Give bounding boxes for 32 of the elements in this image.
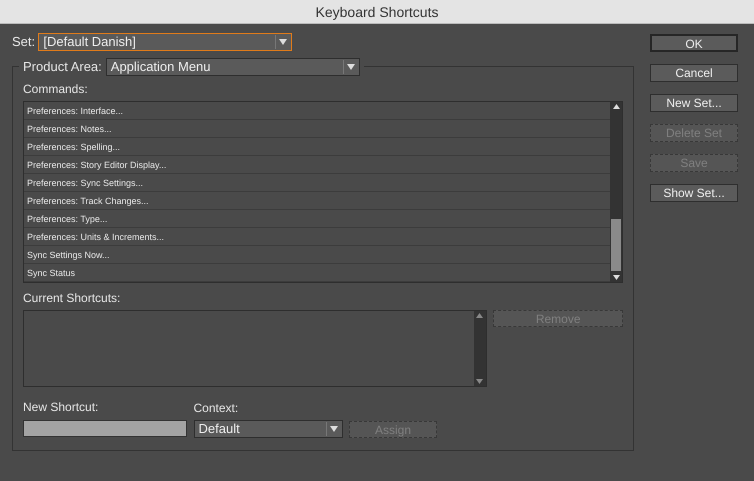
dropdown-caret-icon <box>279 38 288 45</box>
dropdown-caret-icon <box>346 64 355 70</box>
scroll-up-icon[interactable] <box>612 104 620 108</box>
command-row[interactable]: Sync Settings Now... <box>24 246 610 264</box>
command-row[interactable]: Preferences: Sync Settings... <box>24 174 610 192</box>
scroll-thumb[interactable] <box>611 218 621 270</box>
scrollbar[interactable] <box>610 102 622 282</box>
dialog-button[interactable]: OK <box>650 34 738 52</box>
commands-label: Commands: <box>23 80 89 98</box>
dialog-button[interactable]: Cancel <box>650 64 738 82</box>
set-label: Set: <box>12 33 36 51</box>
context-label: Context: <box>194 400 240 417</box>
context-dropdown[interactable]: Default <box>194 420 342 438</box>
window-title: Keyboard Shortcuts <box>0 0 754 24</box>
new-shortcut-field[interactable] <box>23 420 187 437</box>
command-row[interactable]: Preferences: Units & Increments... <box>24 228 610 246</box>
command-row[interactable]: Preferences: Notes... <box>24 120 610 138</box>
dialog-button[interactable]: New Set... <box>650 94 738 112</box>
dropdown-caret-icon <box>330 426 338 432</box>
command-row[interactable]: Sync Status <box>24 264 610 282</box>
product-area-dropdown[interactable]: Application Menu <box>106 58 360 76</box>
command-row[interactable]: Preferences: Spelling... <box>24 138 610 156</box>
product-area-label: Product Area: <box>23 58 102 76</box>
scroll-down-icon[interactable] <box>612 274 620 280</box>
new-shortcut-label: New Shortcut: <box>23 398 100 416</box>
command-row[interactable]: Preferences: Track Changes... <box>24 192 610 210</box>
set-dropdown[interactable]: [Default Danish] <box>38 32 292 51</box>
command-row[interactable]: Preferences: Type... <box>24 210 610 228</box>
command-row[interactable]: Preferences: Story Editor Display... <box>24 156 610 174</box>
dialog-button[interactable]: Show Set... <box>650 184 738 202</box>
current-shortcuts-label: Current Shortcuts: <box>23 290 122 307</box>
command-row[interactable]: Preferences: Interface... <box>24 102 610 120</box>
